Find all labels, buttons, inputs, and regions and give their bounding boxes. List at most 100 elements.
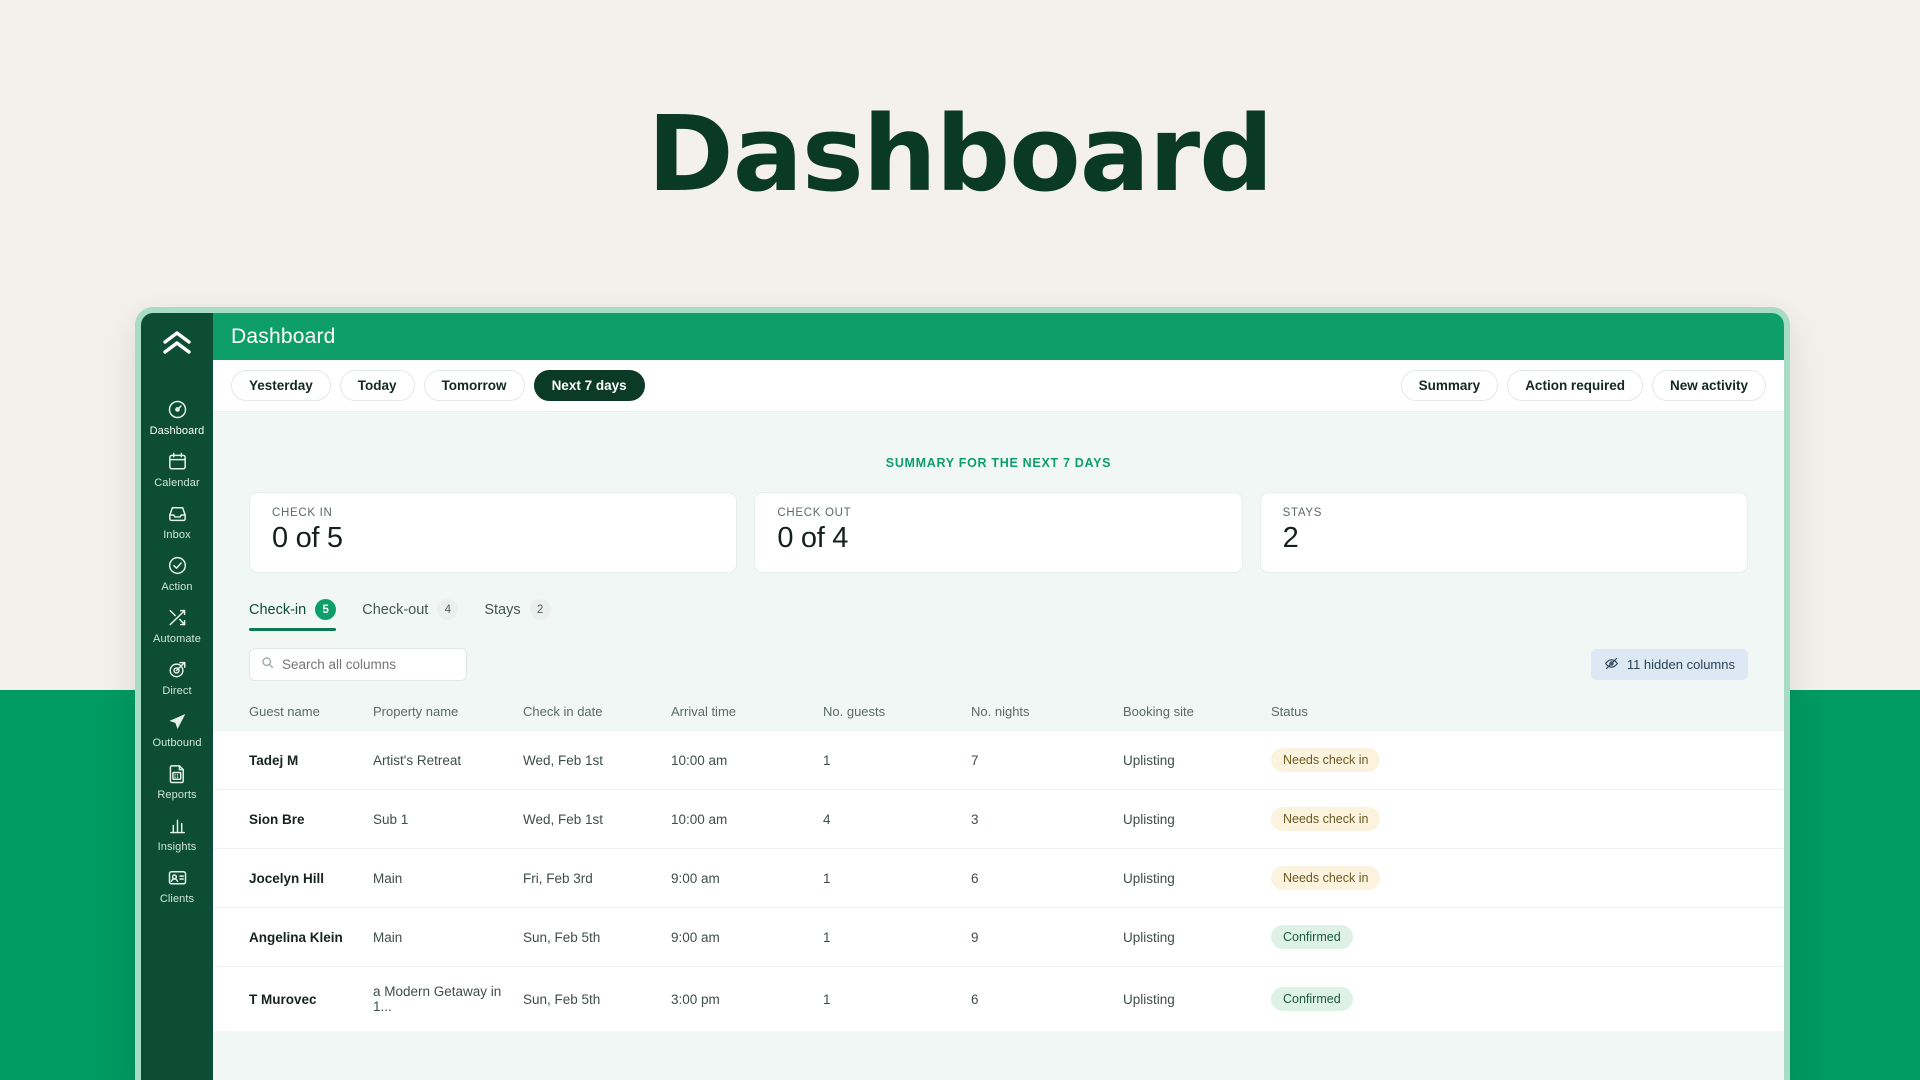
cell-nights: 7 bbox=[971, 731, 1123, 790]
calendar-icon bbox=[166, 450, 188, 472]
table-body: Tadej MArtist's RetreatWed, Feb 1st10:00… bbox=[213, 731, 1784, 1032]
content-region: SUMMARY FOR THE NEXT 7 DAYS CHECK IN0 of… bbox=[213, 412, 1784, 1080]
cell-site: Uplisting bbox=[1123, 731, 1271, 790]
tab-check-in[interactable]: Check-in5 bbox=[249, 599, 336, 631]
pill-label: Yesterday bbox=[249, 378, 313, 393]
cell-guest: Angelina Klein bbox=[213, 908, 373, 967]
sidebar-item-reports[interactable]: Reports bbox=[141, 755, 213, 807]
sidebar-item-label: Calendar bbox=[154, 477, 199, 489]
cell-property: Main bbox=[373, 849, 523, 908]
sidebar-item-label: Clients bbox=[160, 893, 194, 905]
uplisting-logo-icon[interactable] bbox=[157, 325, 197, 365]
bar-chart-icon bbox=[166, 814, 188, 836]
cell-site: Uplisting bbox=[1123, 790, 1271, 849]
range-pill-yesterday[interactable]: Yesterday bbox=[231, 370, 331, 401]
cell-guests: 1 bbox=[823, 849, 971, 908]
paper-plane-icon bbox=[166, 710, 188, 732]
search-box[interactable] bbox=[249, 648, 467, 681]
summary-card-stays[interactable]: STAYS2 bbox=[1260, 492, 1748, 573]
cell-site: Uplisting bbox=[1123, 849, 1271, 908]
sidebar-item-clients[interactable]: Clients bbox=[141, 859, 213, 911]
tab-check-out[interactable]: Check-out 4 bbox=[362, 599, 458, 631]
pill-label: Next 7 days bbox=[552, 378, 627, 393]
cell-checkin: Fri, Feb 3rd bbox=[523, 849, 671, 908]
page-title: Dashboard bbox=[0, 100, 1920, 209]
report-document-icon bbox=[166, 762, 188, 784]
cell-site: Uplisting bbox=[1123, 908, 1271, 967]
column-header-status[interactable]: Status bbox=[1271, 695, 1784, 731]
sidebar-item-label: Dashboard bbox=[150, 425, 205, 437]
tab-count-badge: 4 bbox=[437, 599, 458, 620]
column-header-no-nights[interactable]: No. nights bbox=[971, 695, 1123, 731]
table-controls: 11 hidden columns bbox=[213, 631, 1784, 681]
table-tabs: Check-in5 Check-out 4 Stays2 bbox=[213, 573, 1784, 631]
shuffle-icon bbox=[166, 606, 188, 628]
pill-label: Tomorrow bbox=[442, 378, 507, 393]
cell-arrival: 3:00 pm bbox=[671, 967, 823, 1032]
app-window: Dashboard Calendar InboxActionAutomate Dire… bbox=[135, 307, 1790, 1080]
sidebar-item-action[interactable]: Action bbox=[141, 547, 213, 599]
hidden-columns-button[interactable]: 11 hidden columns bbox=[1591, 649, 1748, 680]
cell-guests: 1 bbox=[823, 967, 971, 1032]
hidden-columns-label: 11 hidden columns bbox=[1627, 657, 1735, 672]
search-icon bbox=[261, 656, 274, 674]
topbar: Dashboard bbox=[213, 313, 1784, 360]
status-badge: Needs check in bbox=[1271, 807, 1380, 831]
tab-stays[interactable]: Stays2 bbox=[484, 599, 550, 631]
cell-guest: Sion Bre bbox=[213, 790, 373, 849]
sidebar-item-inbox[interactable]: Inbox bbox=[141, 495, 213, 547]
column-header-guest-name[interactable]: Guest name bbox=[213, 695, 373, 731]
cell-property: a Modern Getaway in 1... bbox=[373, 967, 523, 1032]
view-pill-summary[interactable]: Summary bbox=[1401, 370, 1499, 401]
cell-checkin: Wed, Feb 1st bbox=[523, 790, 671, 849]
summary-card-label: CHECK IN bbox=[272, 507, 714, 519]
summary-card-check-in[interactable]: CHECK IN0 of 5 bbox=[249, 492, 737, 573]
range-pill-next-7-days[interactable]: Next 7 days bbox=[534, 370, 645, 401]
tab-label: Check-in bbox=[249, 602, 306, 618]
table-row[interactable]: Jocelyn HillMainFri, Feb 3rd9:00 am16Upl… bbox=[213, 849, 1784, 908]
view-pill-action-required[interactable]: Action required bbox=[1507, 370, 1643, 401]
sidebar-item-dashboard[interactable]: Dashboard bbox=[141, 391, 213, 443]
cell-arrival: 10:00 am bbox=[671, 790, 823, 849]
sidebar-item-calendar[interactable]: Calendar bbox=[141, 443, 213, 495]
pill-label: New activity bbox=[1670, 378, 1748, 393]
sidebar-item-label: Insights bbox=[158, 841, 197, 853]
column-header-property-name[interactable]: Property name bbox=[373, 695, 523, 731]
table-row[interactable]: T Muroveca Modern Getaway in 1...Sun, Fe… bbox=[213, 967, 1784, 1032]
cell-arrival: 10:00 am bbox=[671, 731, 823, 790]
column-header-no-guests[interactable]: No. guests bbox=[823, 695, 971, 731]
cell-nights: 3 bbox=[971, 790, 1123, 849]
table-row[interactable]: Tadej MArtist's RetreatWed, Feb 1st10:00… bbox=[213, 731, 1784, 790]
summary-card-check-out[interactable]: CHECK OUT0 of 4 bbox=[754, 492, 1242, 573]
sidebar-item-direct[interactable]: Direct bbox=[141, 651, 213, 703]
column-header-arrival-time[interactable]: Arrival time bbox=[671, 695, 823, 731]
status-badge: Confirmed bbox=[1271, 925, 1353, 949]
range-pill-tomorrow[interactable]: Tomorrow bbox=[424, 370, 525, 401]
cell-status: Confirmed bbox=[1271, 908, 1784, 967]
table-row[interactable]: Angelina KleinMainSun, Feb 5th9:00 am19U… bbox=[213, 908, 1784, 967]
cell-arrival: 9:00 am bbox=[671, 849, 823, 908]
sidebar-item-outbound[interactable]: Outbound bbox=[141, 703, 213, 755]
search-input[interactable] bbox=[282, 657, 455, 672]
cell-nights: 9 bbox=[971, 908, 1123, 967]
sidebar-item-insights[interactable]: Insights bbox=[141, 807, 213, 859]
column-header-check-in-date[interactable]: Check in date bbox=[523, 695, 671, 731]
cell-status: Needs check in bbox=[1271, 849, 1784, 908]
cell-property: Main bbox=[373, 908, 523, 967]
cell-guest: Jocelyn Hill bbox=[213, 849, 373, 908]
sidebar-item-automate[interactable]: Automate bbox=[141, 599, 213, 651]
cell-status: Confirmed bbox=[1271, 967, 1784, 1032]
date-range-filter-group: Yesterday Today Tomorrow Next 7 days bbox=[231, 370, 645, 401]
bookings-table: Guest nameProperty nameCheck in dateArri… bbox=[213, 695, 1784, 1031]
tab-label: Check-out bbox=[362, 602, 428, 618]
range-pill-today[interactable]: Today bbox=[340, 370, 415, 401]
cell-guest: T Murovec bbox=[213, 967, 373, 1032]
table-row[interactable]: Sion BreSub 1Wed, Feb 1st10:00 am43Uplis… bbox=[213, 790, 1784, 849]
sidebar-item-label: Direct bbox=[162, 685, 191, 697]
view-pill-new-activity[interactable]: New activity bbox=[1652, 370, 1766, 401]
cell-checkin: Sun, Feb 5th bbox=[523, 967, 671, 1032]
status-badge: Needs check in bbox=[1271, 748, 1380, 772]
view-filter-group: Summary Action required New activity bbox=[1401, 370, 1766, 401]
column-header-booking-site[interactable]: Booking site bbox=[1123, 695, 1271, 731]
check-circle-icon bbox=[166, 554, 188, 576]
